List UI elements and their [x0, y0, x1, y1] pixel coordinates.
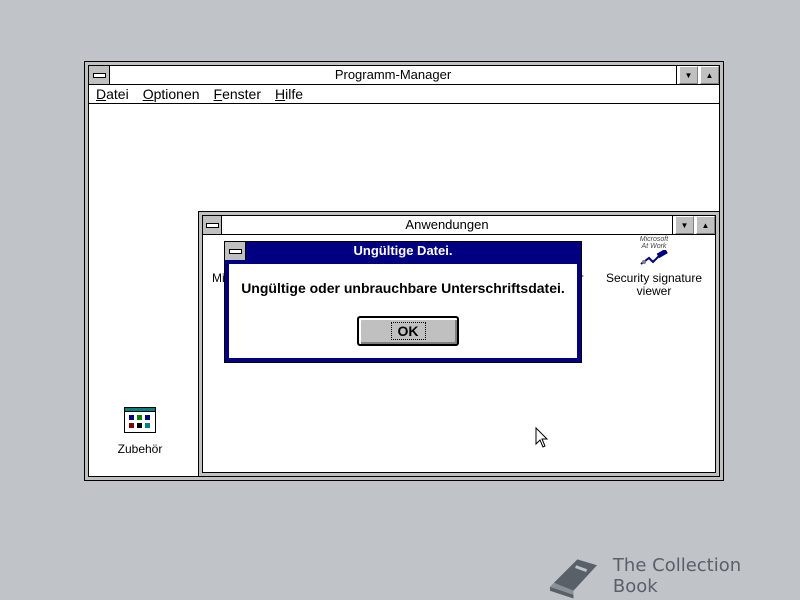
group-window-title: Anwendungen [221, 216, 673, 234]
group-icon-label: Zubehör [117, 442, 163, 456]
anwendungen-titlebar[interactable]: Anwendungen ▼ ▲ [203, 216, 715, 235]
group-maximize-button[interactable]: ▲ [696, 216, 715, 234]
minimize-icon: ▼ [684, 70, 693, 80]
system-menu-button[interactable] [89, 66, 109, 84]
mouse-cursor-icon [535, 427, 549, 448]
maximize-icon: ▲ [705, 70, 714, 80]
menu-optionen[interactable]: Optionen [136, 86, 207, 102]
program-label-line1: Security signature [605, 271, 703, 285]
ok-button[interactable]: OK [357, 316, 459, 346]
watermark-text: The Collection Book [612, 555, 742, 597]
error-dialog: Ungültige Datei. Ungültige oder unbrauch… [224, 241, 582, 363]
program-icon-security-signature-viewer[interactable]: Microsoft At Work Security signature vie… [604, 236, 704, 298]
maximize-icon: ▲ [701, 220, 710, 230]
hidden-program-label-left[interactable]: Mi [212, 271, 225, 285]
system-menu-icon [206, 223, 219, 228]
system-menu-icon [93, 73, 106, 78]
program-manager-titlebar[interactable]: Programm-Manager ▼ ▲ [89, 66, 719, 85]
program-label-line2: viewer [636, 284, 672, 298]
window-title: Programm-Manager [109, 66, 677, 84]
minimize-icon: ▼ [680, 220, 689, 230]
dialog-titlebar[interactable]: Ungültige Datei. [225, 242, 581, 260]
minimize-button[interactable]: ▼ [679, 66, 698, 84]
menu-hilfe[interactable]: Hilfe [268, 86, 310, 102]
dialog-body: Ungültige oder unbrauchbare Unterschrift… [229, 264, 577, 358]
group-minimize-button[interactable]: ▼ [675, 216, 694, 234]
dialog-title: Ungültige Datei. [353, 243, 453, 258]
signature-pen-icon [640, 250, 668, 265]
group-system-menu-button[interactable] [203, 216, 221, 234]
dialog-system-menu-button[interactable] [225, 242, 246, 260]
ok-button-label: OK [390, 322, 426, 340]
menu-bar: Datei Optionen Fenster Hilfe [89, 85, 719, 104]
menu-datei[interactable]: Datei [89, 86, 136, 102]
microsoft-at-work-logo: Microsoft At Work [639, 236, 669, 250]
dialog-message: Ungültige oder unbrauchbare Unterschrift… [241, 280, 565, 296]
book-icon [549, 559, 597, 599]
collection-book-watermark: The Collection Book [548, 552, 788, 600]
maximize-button[interactable]: ▲ [700, 66, 719, 84]
accessories-group-icon [124, 407, 156, 433]
system-menu-icon [229, 249, 242, 254]
group-icon-zubehoer[interactable]: Zubehör [109, 407, 171, 457]
menu-fenster[interactable]: Fenster [207, 86, 268, 102]
